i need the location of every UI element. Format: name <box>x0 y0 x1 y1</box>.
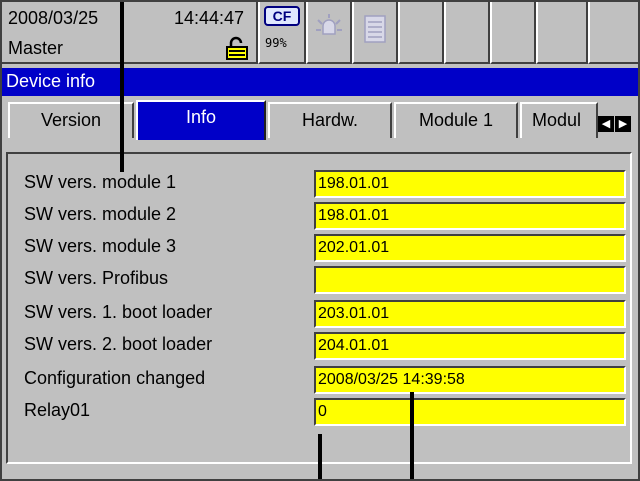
cf-card-icon: CF <box>264 6 300 26</box>
cf-card-usage: 99% <box>265 36 287 50</box>
list-cell[interactable] <box>352 0 398 64</box>
callout-line <box>410 392 414 481</box>
value-sw-module-3: 202.01.01 <box>314 234 626 262</box>
label-sw-profibus: SW vers. Profibus <box>24 268 169 288</box>
value-sw-profibus <box>314 266 626 294</box>
cf-card-cell[interactable]: CF 99% <box>258 0 306 64</box>
label-boot-loader-1: SW vers. 1. boot loader <box>24 302 213 322</box>
page-title: Device info <box>6 71 96 91</box>
value-boot-loader-2: 204.01.01 <box>314 332 626 360</box>
status-date: 2008/03/25 <box>8 8 99 28</box>
status-slot-empty <box>588 0 640 64</box>
list-icon <box>364 15 386 43</box>
value-config-changed: 2008/03/25 14:39:58 <box>314 366 626 394</box>
lock-open-icon[interactable] <box>224 36 250 60</box>
value-boot-loader-1: 203.01.01 <box>314 300 626 328</box>
status-time: 14:44:47 <box>174 8 245 28</box>
callout-line <box>120 0 124 172</box>
arrow-right-icon[interactable]: ▶ <box>615 116 631 132</box>
callout-line <box>318 434 322 481</box>
tab-scroll: ◀ ▶ <box>598 116 632 132</box>
tab-hardware[interactable]: Hardw. <box>268 102 392 138</box>
status-slot-empty <box>444 0 490 64</box>
status-bar: 2008/03/25 14:44:47 Master CF 99% <box>0 0 640 66</box>
value-sw-module-2: 198.01.01 <box>314 202 626 230</box>
label-sw-module-2: SW vers. module 2 <box>24 204 177 224</box>
tab-module-2[interactable]: Modul <box>520 102 598 138</box>
status-user: Master <box>8 38 64 58</box>
datetime-cell: 2008/03/25 14:44:47 Master <box>0 0 258 64</box>
info-panel: SW vers. module 1 198.01.01 SW vers. mod… <box>6 152 632 464</box>
label-sw-module-3: SW vers. module 3 <box>24 236 177 256</box>
alarm-bell-icon <box>316 14 342 35</box>
label-config-changed: Configuration changed <box>24 368 206 388</box>
arrow-left-icon[interactable]: ◀ <box>598 116 614 132</box>
label-relay01: Relay01 <box>24 400 91 420</box>
alarm-cell[interactable] <box>306 0 352 64</box>
label-sw-module-1: SW vers. module 1 <box>24 172 177 192</box>
title-bar: Device info <box>2 68 638 96</box>
tab-version[interactable]: Version <box>8 102 134 138</box>
tab-module-1[interactable]: Module 1 <box>394 102 518 138</box>
status-slot-empty <box>490 0 536 64</box>
status-slot-empty <box>536 0 588 64</box>
tab-bar: Version Info Hardw. Module 1 Modul ◀ ▶ <box>0 98 640 142</box>
value-relay01: 0 <box>314 398 626 426</box>
tab-info[interactable]: Info <box>136 100 266 140</box>
device-screen: 2008/03/25 14:44:47 Master CF 99% Device… <box>0 0 640 481</box>
label-boot-loader-2: SW vers. 2. boot loader <box>24 334 213 354</box>
status-slot-empty <box>398 0 444 64</box>
value-sw-module-1: 198.01.01 <box>314 170 626 198</box>
